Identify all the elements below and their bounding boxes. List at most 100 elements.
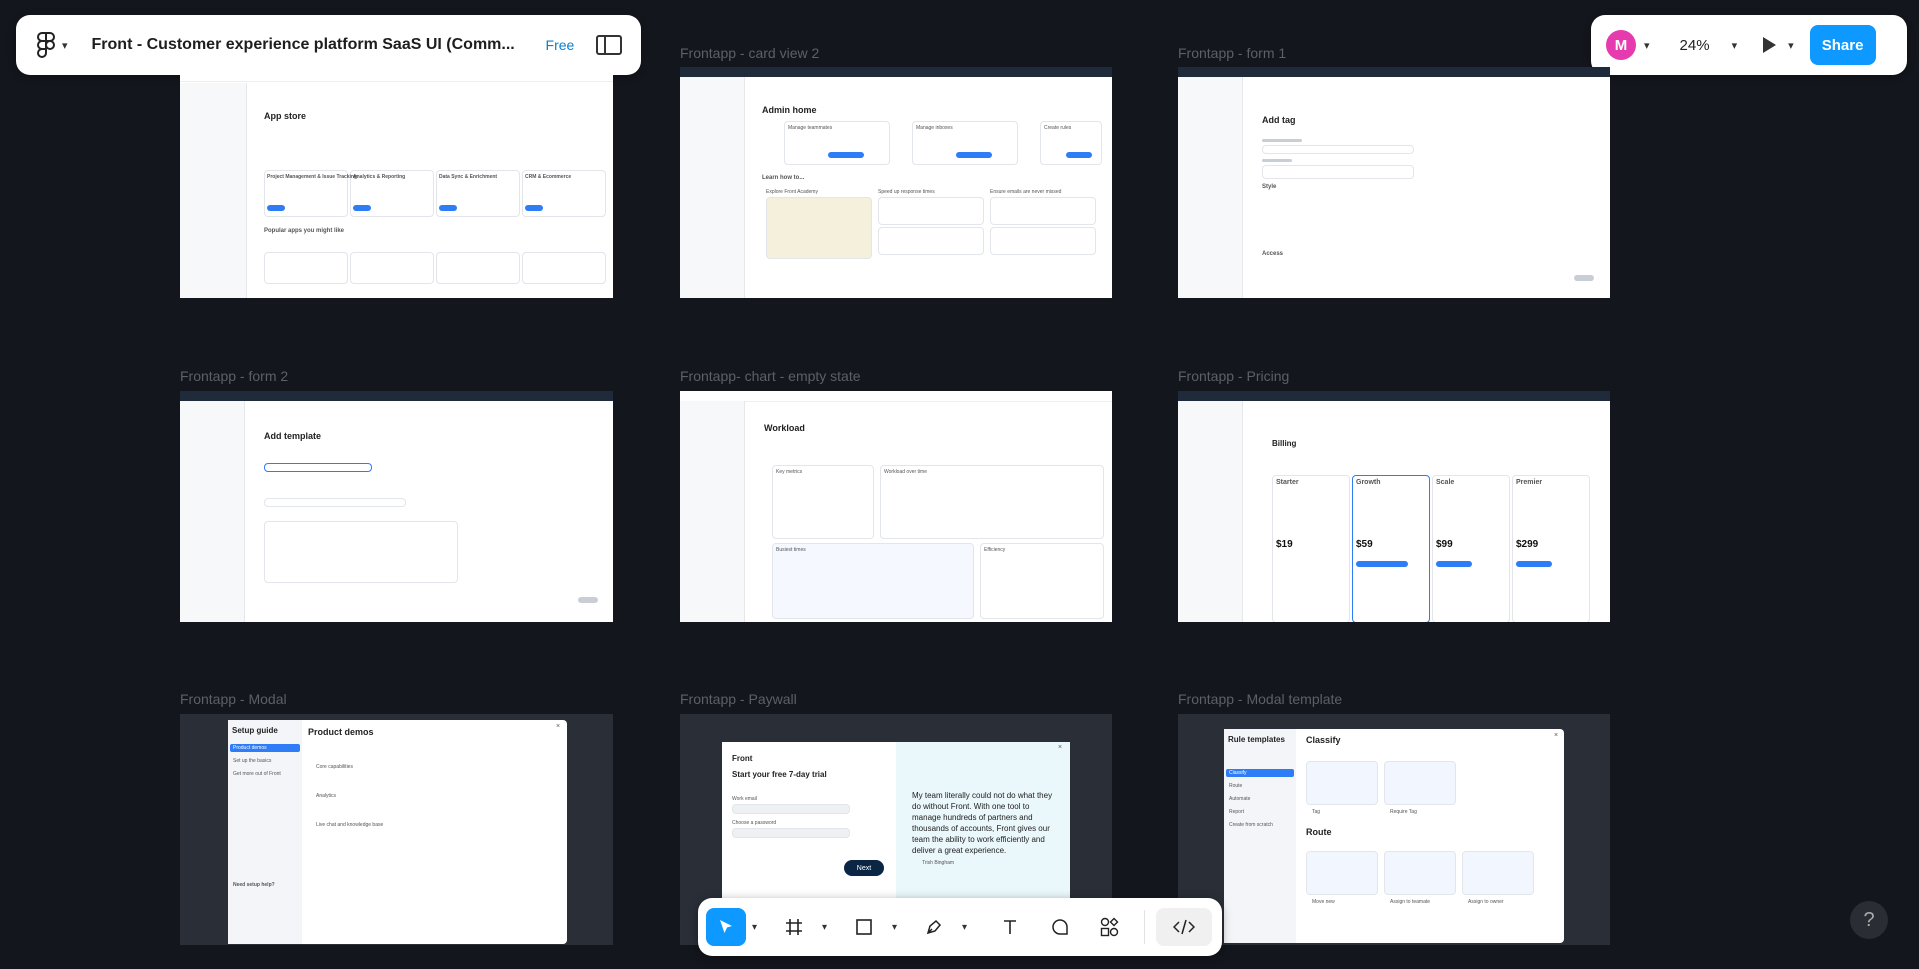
- rule-templates-modal: Rule templates Classify Route Automate R…: [1224, 729, 1564, 943]
- main-menu-chevron-icon[interactable]: ▾: [62, 39, 68, 52]
- frame-label-pricing[interactable]: Frontapp - Pricing: [1178, 368, 1289, 384]
- paywall-email-label: Work email: [732, 796, 757, 802]
- templates-side-3[interactable]: Automate: [1229, 796, 1250, 802]
- frame-label-form-2[interactable]: Frontapp - form 2: [180, 368, 288, 384]
- plan-scale: Scale: [1436, 479, 1455, 486]
- paywall-password-label: Choose a password: [732, 820, 777, 826]
- dev-mode-toggle[interactable]: [1156, 908, 1212, 946]
- pen-tool-chevron-icon[interactable]: ▾: [962, 922, 967, 933]
- plan-starter: Starter: [1276, 479, 1299, 486]
- plan-badge[interactable]: Free: [546, 37, 575, 53]
- frame-modal-template[interactable]: Rule templates Classify Route Automate R…: [1178, 714, 1610, 945]
- form2-title: Add template: [264, 431, 322, 441]
- file-name[interactable]: Front - Customer experience platform Saa…: [92, 36, 528, 54]
- frame-tool-chevron-icon[interactable]: ▾: [822, 922, 827, 933]
- pen-tool-button[interactable]: [914, 908, 954, 946]
- paywall-next-button[interactable]: Next: [844, 860, 884, 876]
- chart-efficiency: Efficiency: [984, 547, 1006, 553]
- frame-icon: [786, 919, 802, 935]
- frame-label-card-view-2[interactable]: Frontapp - card view 2: [680, 45, 819, 61]
- modal-close-icon[interactable]: ×: [556, 723, 560, 730]
- modal-side-item-2[interactable]: Set up the basics: [233, 758, 271, 764]
- frame-pricing[interactable]: Billing Starter Growth Scale Premier $19…: [1178, 391, 1610, 622]
- help-button[interactable]: ?: [1850, 901, 1888, 939]
- frame-label-chart-empty[interactable]: Frontapp- chart - empty state: [680, 368, 861, 384]
- figma-logo-icon[interactable]: [36, 32, 56, 58]
- templates-side-2[interactable]: Route: [1229, 783, 1242, 789]
- modal-row-2[interactable]: Analytics: [316, 793, 336, 799]
- frame-card-view-2[interactable]: Admin home Manage teammates Manage inbox…: [680, 67, 1112, 298]
- app-store-cat-2: Analytics & Reporting: [353, 174, 406, 180]
- plan-premier: Premier: [1516, 479, 1543, 486]
- shape-tool-chevron-icon[interactable]: ▾: [892, 922, 897, 933]
- templates-side-1[interactable]: Classify: [1229, 770, 1247, 776]
- templates-section-route: Route: [1306, 827, 1332, 837]
- share-button[interactable]: Share: [1809, 25, 1876, 65]
- paywall-title: Start your free 7-day trial: [732, 770, 827, 779]
- cursor-icon: [720, 920, 732, 933]
- plan-growth: Growth: [1356, 479, 1381, 486]
- card-view-col3: Ensure emails are never missed: [990, 189, 1062, 195]
- form1-style: Style: [1262, 184, 1277, 190]
- avatar-chevron-icon[interactable]: ▾: [1644, 39, 1650, 52]
- frame-label-form-1[interactable]: Frontapp - form 1: [1178, 45, 1286, 61]
- bottom-toolbar: ▾ ▾ ▾ ▾: [698, 898, 1222, 956]
- price-growth: $59: [1356, 539, 1373, 550]
- text-icon: [1004, 920, 1016, 934]
- paywall-email-field[interactable]: [732, 804, 850, 814]
- tile-require-tag[interactable]: Require Tag: [1390, 809, 1417, 815]
- app-store-cat-4: CRM & Ecommerce: [525, 174, 572, 180]
- paywall-quote: My team literally could not do what they…: [912, 791, 1053, 855]
- frame-app-store[interactable]: App store Project Management & Issue Tra…: [180, 75, 613, 298]
- toggle-panels-icon[interactable]: [596, 35, 623, 55]
- card-view-card-3: Create rules: [1044, 125, 1072, 131]
- modal-side-item-3[interactable]: Get more out of Front: [233, 771, 281, 777]
- chart-workload-over-time: Workload over time: [884, 469, 927, 475]
- paywall-person: Trish Bingham: [922, 860, 955, 866]
- frame-chart-empty[interactable]: Workload Key metrics Workload over time …: [680, 391, 1112, 622]
- present-chevron-icon[interactable]: ▾: [1788, 39, 1794, 52]
- zoom-chevron-icon[interactable]: ▾: [1732, 39, 1738, 52]
- modal-side-item-1[interactable]: Product demos: [233, 745, 267, 751]
- zoom-level[interactable]: 24%: [1680, 37, 1710, 54]
- actions-tool-button[interactable]: [1090, 908, 1130, 946]
- modal-row-3[interactable]: Live chat and knowledge base: [316, 822, 383, 828]
- templates-side-5[interactable]: Create from scratch: [1229, 822, 1273, 828]
- templates-close-icon[interactable]: ×: [1554, 732, 1558, 739]
- frame-form-1[interactable]: Add tag Style Access: [1178, 67, 1610, 298]
- modal-help: Need setup help?: [233, 882, 275, 888]
- tile-assign-owner[interactable]: Assign to owner: [1468, 899, 1504, 905]
- paywall-brand: Front: [732, 754, 753, 763]
- modal-row-1[interactable]: Core capabilities: [316, 764, 353, 770]
- move-tool-button[interactable]: [706, 908, 746, 946]
- app-store-popular: Popular apps you might like: [264, 228, 345, 234]
- comment-tool-button[interactable]: [1040, 908, 1080, 946]
- tile-tag[interactable]: Tag: [1312, 809, 1320, 815]
- card-view-col2: Speed up response times: [878, 189, 935, 195]
- pricing-title: Billing: [1272, 439, 1297, 448]
- paywall-close-icon[interactable]: ×: [1058, 744, 1062, 751]
- templates-side-title: Rule templates: [1228, 735, 1285, 744]
- frame-tool-button[interactable]: [774, 908, 814, 946]
- shape-tool-button[interactable]: [844, 908, 884, 946]
- chart-busiest-times: Busiest times: [776, 547, 806, 553]
- actions-icon: [1100, 917, 1119, 937]
- frame-modal[interactable]: Setup guide Product demos Set up the bas…: [180, 714, 613, 945]
- chart-key-metrics: Key metrics: [776, 469, 803, 475]
- avatar[interactable]: M: [1606, 30, 1636, 60]
- frame-form-2[interactable]: Add template: [180, 391, 613, 622]
- tile-assign-teamate[interactable]: Assign to teamate: [1390, 899, 1430, 905]
- templates-side-4[interactable]: Report: [1229, 809, 1244, 815]
- frame-label-paywall[interactable]: Frontapp - Paywall: [680, 691, 797, 707]
- right-controls-bar: M ▾ 24% ▾ ▾ Share: [1591, 15, 1907, 75]
- frame-label-modal-template[interactable]: Frontapp - Modal template: [1178, 691, 1342, 707]
- file-menu-bar: ▾ Front - Customer experience platform S…: [16, 15, 641, 75]
- paywall-password-field[interactable]: [732, 828, 850, 838]
- tile-move-new[interactable]: Move new: [1312, 899, 1335, 905]
- text-tool-button[interactable]: [990, 908, 1030, 946]
- templates-section-classify: Classify: [1306, 735, 1341, 745]
- present-play-icon[interactable]: [1763, 37, 1777, 53]
- move-tool-chevron-icon[interactable]: ▾: [752, 922, 757, 933]
- app-store-cat-1: Project Management & Issue Tracking: [267, 174, 358, 180]
- frame-label-modal[interactable]: Frontapp - Modal: [180, 691, 287, 707]
